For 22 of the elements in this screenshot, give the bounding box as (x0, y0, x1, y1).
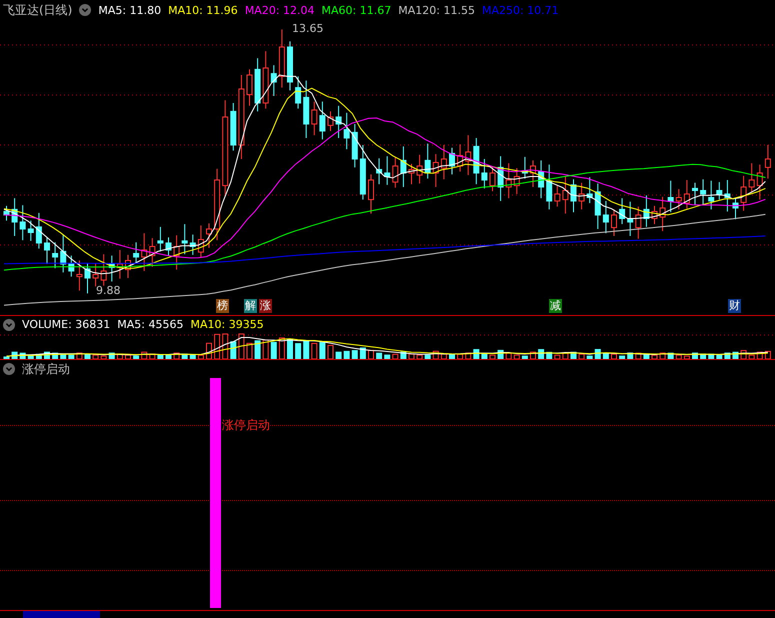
event-tag[interactable]: 财 (728, 299, 741, 313)
event-tag[interactable]: 减 (549, 299, 562, 313)
moving-average-value: MA10: 11.96 (168, 4, 238, 16)
volume-value: MA10: 39355 (190, 318, 264, 331)
moving-average-value: MA60: 11.67 (322, 4, 392, 16)
low-price-label: 9.88 (96, 284, 120, 297)
dropdown-icon[interactable] (3, 318, 15, 330)
moving-average-value: MA20: 12.04 (244, 4, 315, 16)
stock-title: 飞亚达(日线) (3, 2, 72, 18)
signal-label: 涨停启动 (222, 418, 270, 433)
event-tag[interactable]: 榜 (216, 299, 229, 313)
dropdown-icon[interactable] (79, 4, 92, 16)
moving-average-value: MA5: 11.80 (98, 4, 162, 16)
moving-average-value: MA120: 11.55 (398, 4, 475, 16)
event-tag[interactable]: 解 (244, 299, 257, 313)
volume-value: VOLUME: 36831 (22, 318, 110, 331)
indicator-title: 涨停启动 (22, 360, 70, 378)
moving-average-value: MA250: 10.71 (482, 4, 559, 16)
event-tag[interactable]: 涨 (259, 299, 272, 313)
volume-value: MA5: 45565 (117, 318, 184, 331)
high-price-label: 13.65 (292, 22, 324, 35)
dropdown-icon[interactable] (3, 363, 15, 375)
